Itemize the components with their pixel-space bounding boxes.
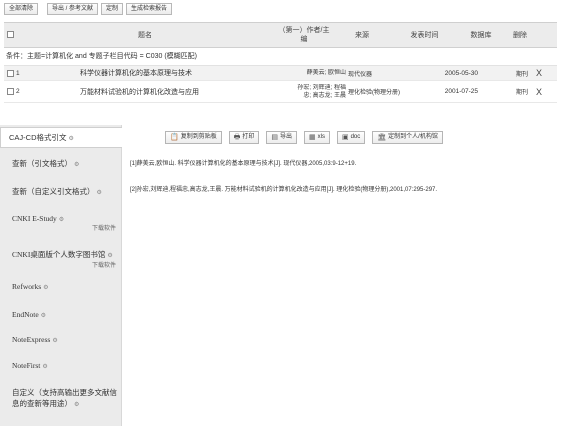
- sidebar-item-label: 自定义（支持高输出更多文献信息的查新等用途）: [12, 388, 117, 408]
- row-title-link[interactable]: 科学仪器计算机化的基本原理与技术: [22, 68, 294, 78]
- citation-text: [2]孙宏,刘辉迪,程福忠,高志龙,王晨. 万能材料试验机的计算机化改造与应用[…: [130, 187, 438, 193]
- export-icon: ▤: [271, 134, 278, 141]
- custom-library-button[interactable]: 🏛 定制到个人/机构馆: [372, 131, 443, 144]
- download-software-link[interactable]: 下载软件: [12, 223, 122, 232]
- row-source[interactable]: 理化检验(物理分册): [346, 87, 408, 96]
- gear-icon: ⚙: [42, 364, 48, 370]
- xls-label: xls: [317, 134, 325, 140]
- gear-icon: ⚙: [74, 402, 80, 408]
- sidebar-item-label: NoteFirst: [12, 361, 41, 370]
- row-authors[interactable]: 孙宏; 刘辉迪; 程福忠; 高志龙; 王晨: [294, 84, 346, 100]
- custom-lib-label: 定制到个人/机构馆: [388, 134, 438, 140]
- row-title-link[interactable]: 万能材料试验机的计算机化改造与应用: [22, 87, 294, 97]
- sidebar-item-custom[interactable]: 自定义（支持高输出更多文献信息的查新等用途） ⚙: [0, 387, 118, 411]
- sidebar-item-label: CNKI桌面版个人数字图书馆: [12, 250, 106, 259]
- sidebar-item-cnki-desktop[interactable]: CNKI桌面版个人数字图书馆 ⚙ 下载软件: [0, 249, 122, 269]
- row-date: 2005-05-30: [444, 69, 478, 77]
- print-label: 打印: [242, 134, 255, 140]
- delete-row-button[interactable]: X: [528, 87, 550, 97]
- save-icon: ▣: [341, 134, 349, 141]
- sidebar-item-label: NoteExpress: [12, 335, 51, 344]
- gear-icon: ⚙: [40, 313, 47, 319]
- table-row: 1 科学仪器计算机化的基本原理与技术 薛美云; 欧恒山 现代仪器 2005-05…: [4, 66, 557, 81]
- search-condition: 条件：主题=计算机化 and 专题子栏目代码 = C030 (模糊匹配): [4, 48, 557, 66]
- row-source[interactable]: 现代仪器: [346, 69, 408, 78]
- sidebar-item-label: 查新（自定义引文格式）: [12, 187, 95, 196]
- sidebar-item-label: 查新（引文格式）: [12, 159, 72, 168]
- sidebar-item-label: EndNote: [12, 310, 39, 319]
- gen-report-button[interactable]: 生成检索报告: [126, 3, 173, 15]
- export-label: 导出: [279, 134, 292, 140]
- export-button[interactable]: ▤ 导出: [266, 131, 297, 144]
- sidebar-item-chaxin-cite[interactable]: 查新（引文格式） ⚙: [0, 158, 122, 169]
- row-date: 2001-07-25: [444, 88, 478, 95]
- row-database: 期刊: [515, 90, 528, 96]
- results-table: 题名 （第一）作者/主编 来源 发表时间 数据库 删除 条件：主题=计算机化 a…: [4, 22, 557, 103]
- header-author: （第一）作者/主编: [278, 27, 330, 43]
- row-checkbox[interactable]: 1: [4, 69, 22, 77]
- printer-icon: 🖶: [233, 134, 241, 141]
- header-source: 来源: [355, 32, 369, 39]
- header-date: 发表时间: [410, 32, 439, 39]
- gear-icon: ⚙: [43, 285, 49, 291]
- header-delete: 删除: [513, 32, 527, 39]
- row-database: 期刊: [515, 71, 528, 78]
- sidebar-item-label: Refworks: [12, 282, 42, 291]
- format-sidebar: CAJ-CD格式引文 ⚙ 查新（引文格式） ⚙ 查新（自定义引文格式） ⚙ CNKI …: [0, 125, 122, 426]
- sidebar-item-e-study[interactable]: CNKI E-Study ⚙ 下载软件: [0, 214, 122, 232]
- sidebar-item-label: CAJ-CD格式引文: [9, 133, 67, 142]
- export-refs-button[interactable]: 导出 / 参考文献: [47, 3, 99, 15]
- select-all-checkbox[interactable]: [4, 30, 14, 40]
- header-database: 数据库: [470, 32, 492, 39]
- copy-label: 复制到剪贴板: [180, 134, 217, 140]
- sidebar-item-notefirst[interactable]: NoteFirst ⚙: [0, 361, 122, 370]
- download-software-link[interactable]: 下载软件: [12, 260, 122, 269]
- citation-text: [1]薛美云,欧恒山. 科学仪器计算机化的基本原理与技术[J]. 现代仪器,20…: [130, 161, 357, 167]
- gear-icon: ⚙: [68, 136, 74, 142]
- export-panel: CAJ-CD格式引文 ⚙ 查新（引文格式） ⚙ 查新（自定义引文格式） ⚙ CNKI …: [0, 125, 561, 426]
- sidebar-item-refworks[interactable]: Refworks ⚙: [0, 282, 122, 291]
- export-toolbar: 📋 复制到剪贴板 🖶 打印 ▤ 导出 ▦ xls ▣ doc 🏛 定制到个人/机构馆: [165, 131, 443, 144]
- sidebar-item-label: CNKI E-Study: [12, 214, 57, 223]
- row-index: 1: [16, 69, 20, 77]
- gear-icon: ⚙: [74, 162, 80, 168]
- row-index: 2: [16, 88, 20, 95]
- delete-row-button[interactable]: X: [528, 68, 550, 78]
- table-header: 题名 （第一）作者/主编 来源 发表时间 数据库 删除: [4, 23, 557, 48]
- gear-icon: ⚙: [58, 217, 65, 223]
- gear-icon: ⚙: [107, 253, 113, 259]
- library-icon: 🏛: [377, 134, 387, 141]
- excel-icon: ▦: [309, 134, 316, 141]
- print-button[interactable]: 🖶 打印: [228, 131, 260, 144]
- doc-button[interactable]: ▣ doc: [336, 131, 366, 144]
- row-authors[interactable]: 薛美云; 欧恒山: [294, 69, 346, 77]
- sidebar-item-caj-cd[interactable]: CAJ-CD格式引文 ⚙: [0, 127, 122, 148]
- clipboard-icon: 📋: [170, 134, 179, 141]
- sidebar-item-noteexpress[interactable]: NoteExpress ⚙: [0, 335, 122, 344]
- row-checkbox[interactable]: 2: [4, 88, 22, 95]
- header-title: 题名: [138, 32, 152, 39]
- sidebar-item-endnote[interactable]: EndNote ⚙: [0, 310, 122, 319]
- doc-label: doc: [350, 134, 361, 140]
- copy-clipboard-button[interactable]: 📋 复制到剪贴板: [165, 131, 222, 144]
- sidebar-item-chaxin-custom[interactable]: 查新（自定义引文格式） ⚙: [0, 186, 122, 197]
- xls-button[interactable]: ▦ xls: [304, 131, 330, 144]
- custom-button[interactable]: 定制: [101, 3, 124, 15]
- gear-icon: ⚙: [52, 338, 58, 344]
- clear-all-button[interactable]: 全部清除: [4, 3, 39, 15]
- result-toolbar: 全部清除 导出 / 参考文献 定制 生成检索报告: [4, 3, 173, 15]
- table-row: 2 万能材料试验机的计算机化改造与应用 孙宏; 刘辉迪; 程福忠; 高志龙; 王…: [4, 81, 557, 103]
- gear-icon: ⚙: [96, 190, 102, 196]
